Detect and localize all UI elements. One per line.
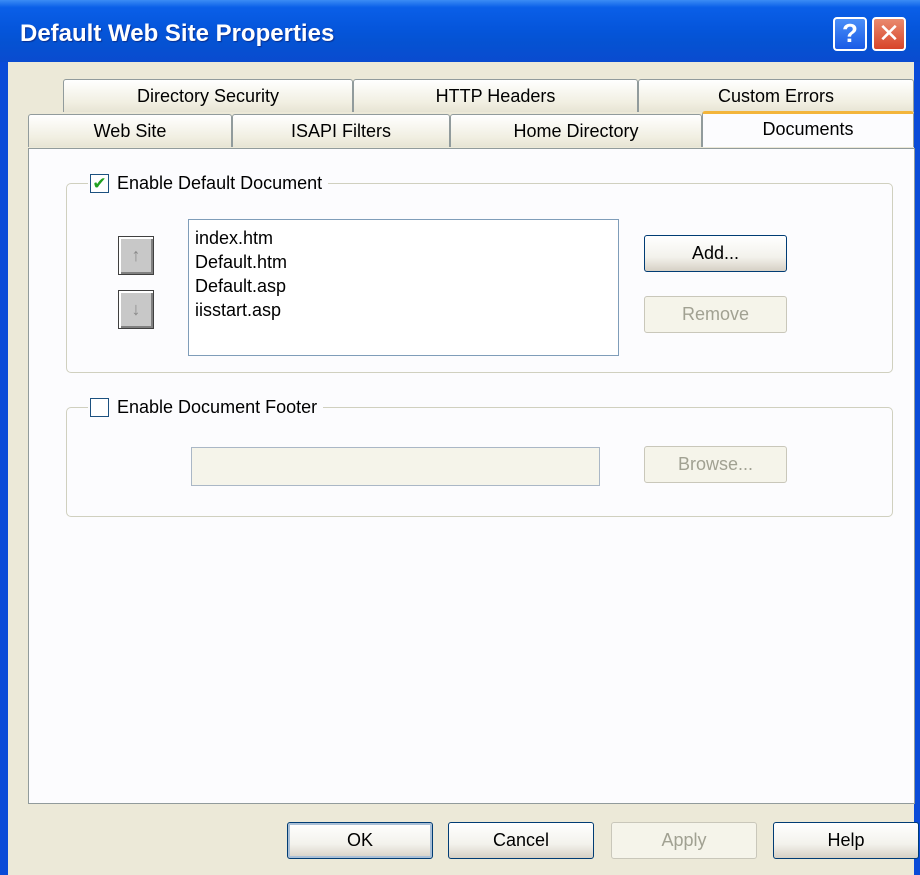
enable-document-footer-label[interactable]: Enable Document Footer [117,397,317,418]
browse-button[interactable]: Browse... [644,446,787,483]
add-document-button[interactable]: Add... [644,235,787,272]
cancel-button[interactable]: Cancel [448,822,594,859]
title-bar[interactable]: Default Web Site Properties ? ✕ [0,0,920,62]
tab-isapi-filters[interactable]: ISAPI Filters [232,114,450,147]
default-documents-list[interactable]: index.htm Default.htm Default.asp iissta… [188,219,619,356]
help-button[interactable]: Help [773,822,919,859]
tab-web-site[interactable]: Web Site [28,114,232,147]
apply-button[interactable]: Apply [611,822,757,859]
tab-home-directory[interactable]: Home Directory [450,114,702,147]
tab-custom-errors[interactable]: Custom Errors [638,79,914,112]
list-item[interactable]: Default.htm [195,250,612,274]
ok-button[interactable]: OK [287,822,433,859]
tab-http-headers[interactable]: HTTP Headers [353,79,638,112]
window-title: Default Web Site Properties [20,20,335,47]
list-item[interactable]: Default.asp [195,274,612,298]
enable-default-document-label[interactable]: Enable Default Document [117,173,322,194]
tab-directory-security[interactable]: Directory Security [63,79,353,112]
footer-path-input[interactable] [191,447,600,486]
enable-default-document-checkbox[interactable]: ✔ [90,174,109,193]
list-item[interactable]: index.htm [195,226,612,250]
document-footer-legend: Enable Document Footer [88,397,324,418]
remove-document-button[interactable]: Remove [644,296,787,333]
close-icon[interactable]: ✕ [872,17,906,51]
default-document-legend: ✔ Enable Default Document [88,173,329,194]
enable-document-footer-checkbox[interactable] [90,398,109,417]
properties-dialog: Default Web Site Properties ? ✕ Director… [0,0,920,875]
list-item[interactable]: iisstart.asp [195,298,612,322]
move-down-icon[interactable]: ↓ [118,290,154,329]
help-icon[interactable]: ? [833,17,867,51]
move-up-icon[interactable]: ↑ [118,236,154,275]
tab-documents[interactable]: Documents [702,111,914,147]
